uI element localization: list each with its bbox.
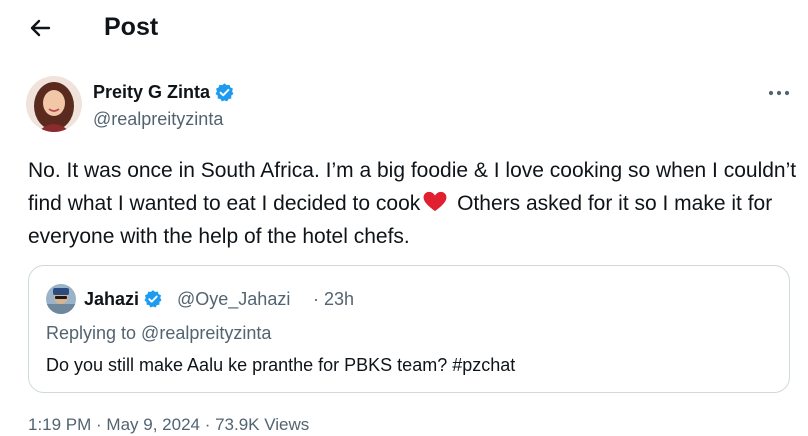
quote-author-name[interactable]: Jahazi	[84, 287, 163, 311]
author-name[interactable]: Preity G Zinta	[93, 80, 235, 104]
quote-text: Do you still make Aalu ke pranthe for PB…	[46, 355, 516, 375]
verified-badge-icon	[144, 290, 162, 308]
quote-avatar[interactable]	[46, 284, 76, 314]
quote-author-name-text: Jahazi	[84, 289, 140, 309]
author-handle[interactable]: @realpreityzinta	[93, 107, 223, 131]
verified-badge-icon	[215, 82, 234, 101]
page-title: Post	[104, 13, 159, 41]
back-button[interactable]	[22, 10, 58, 46]
post-text: No. It was once in South Africa. I’m a b…	[28, 154, 798, 253]
more-horizontal-icon	[768, 90, 790, 96]
quote-timestamp[interactable]: · 23h	[313, 287, 354, 311]
author-name-text: Preity G Zinta	[93, 82, 211, 102]
avatar[interactable]	[26, 76, 82, 132]
quote-replying-to: Replying to @realpreityzinta	[46, 323, 272, 343]
more-options-button[interactable]	[764, 80, 794, 106]
red-heart-icon	[423, 191, 447, 212]
quote-author-handle[interactable]: @Oye_Jahazi	[177, 287, 290, 311]
quoted-post[interactable]: Jahazi @Oye_Jahazi · 23h Replying to @re…	[28, 265, 790, 393]
post-meta[interactable]: 1:19 PM · May 9, 2024 · 73.9K Views	[28, 414, 309, 436]
post-header: Post	[0, 0, 808, 54]
arrow-left-icon	[30, 19, 51, 37]
